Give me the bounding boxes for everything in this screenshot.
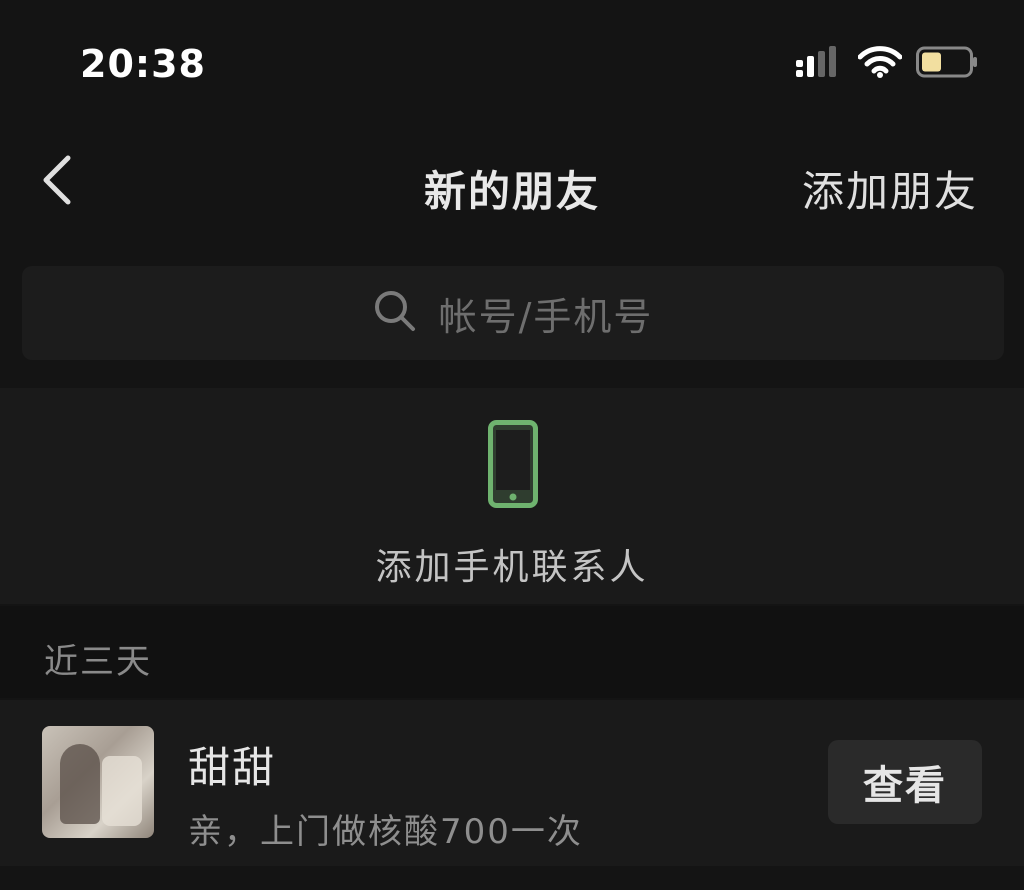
divider (0, 866, 1024, 890)
status-bar: 20:38 (0, 0, 1024, 120)
nav-bar: 新的朋友 添加朋友 (0, 130, 1024, 240)
search-input[interactable]: 帐号/手机号 (22, 266, 1004, 360)
avatar (42, 726, 154, 838)
friend-request-row[interactable]: 甜甜 亲，上门做核酸700一次 查看 (0, 700, 1024, 866)
add-friend-button[interactable]: 添加朋友 (802, 158, 978, 219)
phone-icon (488, 420, 538, 512)
status-icons (796, 46, 978, 82)
friend-message: 亲，上门做核酸700一次 (188, 812, 583, 852)
new-friends-screen: 20:38 新的朋友 添加朋友 帐号/手机号 添加手机联系人 近三天 甜甜 亲，… (0, 0, 1024, 890)
view-button[interactable]: 查看 (828, 740, 982, 824)
section-title: 近三天 (44, 642, 152, 682)
status-time: 20:38 (80, 42, 206, 86)
add-phone-contacts-button[interactable]: 添加手机联系人 (0, 388, 1024, 604)
battery-icon (916, 46, 978, 82)
section-header: 近三天 (0, 606, 1024, 698)
friend-name: 甜甜 (188, 743, 277, 792)
search-icon (373, 289, 417, 337)
add-phone-contacts-label: 添加手机联系人 (375, 547, 649, 588)
cellular-signal-icon (796, 46, 844, 82)
wifi-icon (857, 46, 903, 82)
search-placeholder: 帐号/手机号 (438, 294, 654, 339)
